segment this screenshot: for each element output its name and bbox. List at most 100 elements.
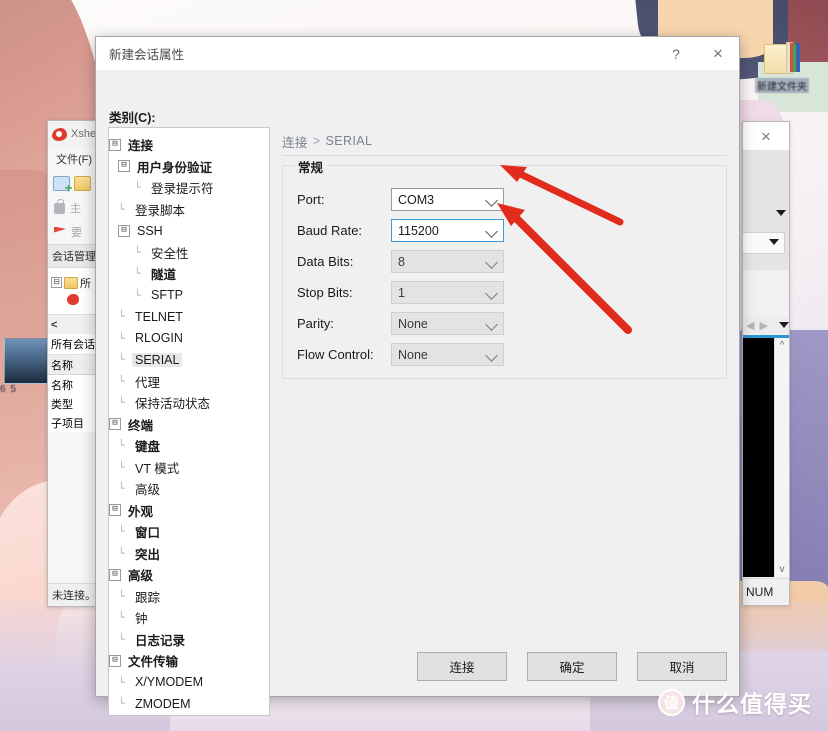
category-tree-item[interactable]: ⊟ 文件传输 — [109, 650, 269, 672]
category-tree-item[interactable]: ⊟ SSH — [109, 220, 269, 242]
background-window-tabstrip[interactable]: ◀ ▶ — [743, 316, 789, 334]
tree-expander-icon[interactable]: ⊟ — [109, 654, 121, 667]
tree-branch-line-icon: └ — [118, 589, 125, 603]
chevron-down-icon[interactable] — [485, 349, 498, 362]
category-tree-item[interactable]: └ 日志记录 — [109, 629, 269, 651]
tree-expander-icon[interactable]: ⊟ — [118, 160, 130, 173]
tree-expander-icon[interactable]: ⊟ — [109, 568, 121, 581]
tree-expander-icon[interactable]: ⊟ — [118, 224, 130, 237]
category-tree-item[interactable]: └ 登录提示符 — [109, 177, 269, 199]
dialog-titlebar[interactable]: 新建会话属性 ? × — [96, 37, 739, 71]
terminal-scrollbar[interactable]: ^ v — [774, 338, 789, 577]
category-tree-item[interactable]: ⊟ 用户身份验证 — [109, 156, 269, 178]
xshell-toolbar-row-3-label: 要 — [71, 227, 82, 239]
category-tree-item-label: 外观 — [128, 504, 154, 519]
dropdown-baud-rate[interactable]: 115200 — [391, 219, 504, 242]
background-terminal-window[interactable]: × ◀ ▶ ^ v NUM — [742, 121, 790, 606]
category-tree-item[interactable]: └ VT 模式 — [109, 457, 269, 479]
breadcrumb: 连接 > SERIAL — [282, 127, 727, 156]
terminal-output-area[interactable] — [743, 338, 776, 577]
tree-expander-icon[interactable]: ⊟ — [51, 277, 62, 288]
close-button[interactable]: × — [697, 37, 739, 70]
tab-prev-icon[interactable]: ◀ — [746, 319, 754, 332]
connect-button[interactable]: 连接 — [417, 652, 507, 681]
category-tree-item[interactable]: └ RLOGIN — [109, 328, 269, 350]
chevron-down-icon[interactable] — [485, 225, 498, 238]
cancel-button[interactable]: 取消 — [637, 652, 727, 681]
field-row: Stop Bits: 1 — [297, 277, 726, 308]
category-tree-item[interactable]: ⊟ 外观 — [109, 500, 269, 522]
field-label: Data Bits: — [297, 254, 354, 269]
tree-branch-line-icon: └ — [118, 675, 125, 689]
category-tree-item[interactable]: └ 窗口 — [109, 521, 269, 543]
scroll-up-icon[interactable]: ^ — [780, 340, 785, 351]
chevron-down-icon[interactable] — [769, 239, 779, 245]
chevron-left-icon[interactable]: < — [51, 319, 57, 331]
flag-icon — [54, 226, 66, 238]
category-tree-item-label: 窗口 — [135, 526, 161, 541]
dropdown-data-bits[interactable]: 8 — [391, 250, 504, 273]
desktop-icon-folder[interactable]: 新建文件夹 — [751, 40, 813, 95]
dropdown-value: 115200 — [398, 223, 439, 238]
help-button[interactable]: ? — [655, 37, 697, 70]
close-icon[interactable]: × — [761, 128, 771, 145]
open-folder-icon[interactable] — [74, 175, 91, 191]
dropdown-parity[interactable]: None — [391, 312, 504, 335]
background-window-titlebar[interactable]: × — [743, 122, 789, 150]
category-tree-item[interactable]: └ X/YMODEM — [109, 672, 269, 694]
breadcrumb-separator: > — [312, 134, 321, 148]
field-row: Data Bits: 8 — [297, 246, 726, 277]
category-tree-item[interactable]: └ 突出 — [109, 543, 269, 565]
desktop-thumbnail[interactable] — [4, 338, 50, 384]
tree-expander-icon[interactable]: ⊟ — [109, 418, 121, 431]
field-row: Flow Control: None — [297, 339, 726, 370]
category-label: 类别(C): — [109, 111, 156, 125]
new-session-properties-dialog[interactable]: 新建会话属性 ? × 类别(C): ⊟ 连接 ⊟ 用户身份验证 └ 登录提示符 └ 登录脚本 ⊟… — [95, 36, 740, 716]
dropdown-stop-bits[interactable]: 1 — [391, 281, 504, 304]
tree-branch-line-icon: └ — [118, 632, 125, 646]
chevron-down-icon[interactable] — [485, 194, 498, 207]
category-tree-item[interactable]: └ 安全性 — [109, 242, 269, 264]
session-icon — [67, 294, 79, 305]
dialog-title-text: 新建会话属性 — [109, 48, 185, 62]
chevron-down-icon[interactable] — [485, 318, 498, 331]
category-tree-item[interactable]: └ 键盘 — [109, 435, 269, 457]
chevron-down-icon[interactable] — [485, 256, 498, 269]
category-tree-item[interactable]: └ 高级 — [109, 478, 269, 500]
category-tree-item-label: X/YMODEM — [135, 675, 204, 690]
dropdown-value: COM3 — [398, 192, 435, 207]
category-tree[interactable]: ⊟ 连接 ⊟ 用户身份验证 └ 登录提示符 └ 登录脚本 ⊟ SSH └ 安全性 └ 隧道 └ SFTP └ TE… — [108, 127, 270, 716]
category-tree-item[interactable]: ⊟ 终端 — [109, 414, 269, 436]
tree-branch-line-icon: └ — [118, 374, 125, 388]
category-tree-item[interactable]: └ 登录脚本 — [109, 199, 269, 221]
dropdown-port[interactable]: COM3 — [391, 188, 504, 211]
scroll-down-icon[interactable]: v — [780, 564, 785, 575]
category-tree-item[interactable]: └ 跟踪 — [109, 586, 269, 608]
tree-branch-line-icon: └ — [118, 439, 125, 453]
category-tree-item-label: SERIAL — [132, 352, 183, 367]
chevron-down-icon[interactable] — [485, 287, 498, 300]
ok-button[interactable]: 确定 — [527, 652, 617, 681]
category-tree-item[interactable]: ⊟ 连接 — [109, 134, 269, 156]
general-group-title: 常规 — [294, 157, 328, 176]
category-tree-item[interactable]: └ 代理 — [109, 371, 269, 393]
tree-expander-icon[interactable]: ⊟ — [109, 504, 121, 517]
category-tree-item[interactable]: └ SFTP — [109, 285, 269, 307]
dropdown-flow-control[interactable]: None — [391, 343, 504, 366]
chevron-down-icon[interactable] — [778, 322, 789, 328]
background-window-body — [743, 150, 789, 270]
category-tree-item[interactable]: └ 隧道 — [109, 263, 269, 285]
category-tree-item-label: 隧道 — [151, 268, 177, 283]
category-tree-item-label: 代理 — [135, 375, 161, 390]
tab-next-icon[interactable]: ▶ — [759, 319, 767, 332]
category-tree-item-label: RLOGIN — [135, 331, 183, 346]
tree-expander-icon[interactable]: ⊟ — [109, 138, 121, 151]
new-session-icon[interactable] — [53, 175, 70, 191]
chevron-down-icon[interactable] — [776, 210, 786, 216]
category-tree-item[interactable]: └ SERIAL — [109, 349, 269, 371]
category-tree-item[interactable]: ⊟ 高级 — [109, 564, 269, 586]
category-tree-item[interactable]: └ ZMODEM — [109, 693, 269, 715]
category-tree-item[interactable]: └ 保持活动状态 — [109, 392, 269, 414]
category-tree-item[interactable]: └ 钟 — [109, 607, 269, 629]
category-tree-item[interactable]: └ TELNET — [109, 306, 269, 328]
